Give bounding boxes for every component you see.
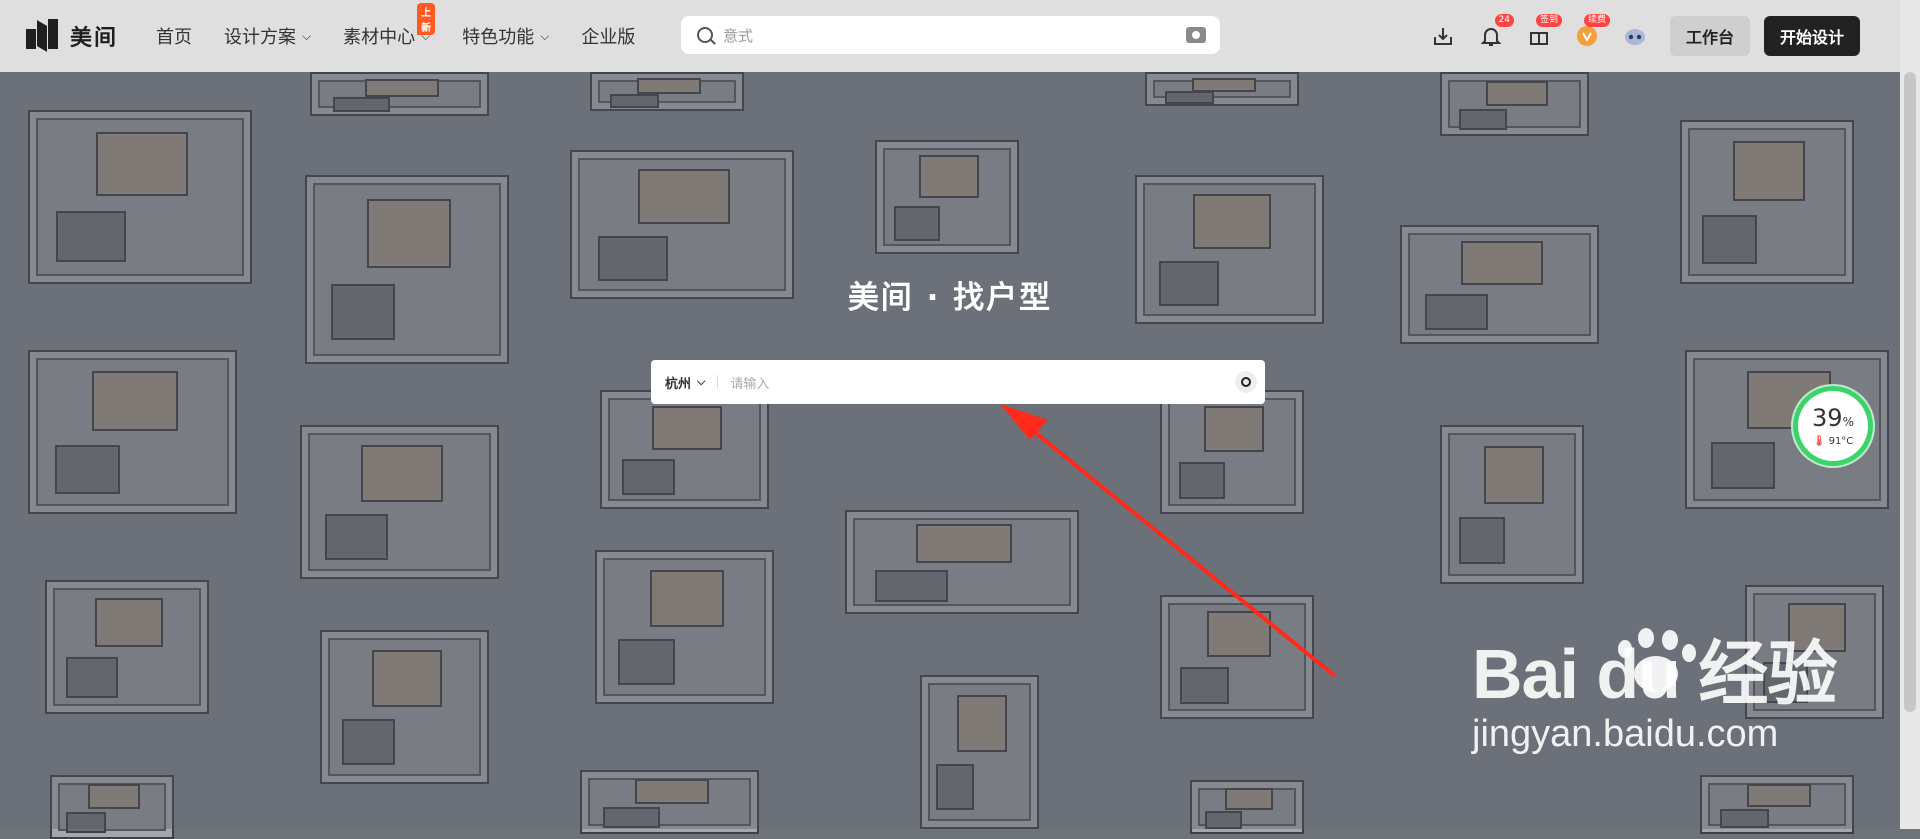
robot-icon[interactable] xyxy=(1622,23,1648,49)
chevron-down-icon: ⌵ xyxy=(697,375,706,388)
nav-material-center[interactable]: 素材中心 ⌵ 上新 xyxy=(343,3,436,49)
top-search-input[interactable]: 意式 xyxy=(681,16,1220,54)
floorplan-search-placeholder: 请输入 xyxy=(730,376,770,392)
download-icon[interactable] xyxy=(1430,23,1456,49)
nav-enterprise[interactable]: 企业版 xyxy=(581,23,635,49)
start-design-button[interactable]: 开始设计 xyxy=(1763,16,1860,56)
divider xyxy=(717,375,719,389)
top-navbar: 美间 首页 设计方案 ⌵ 素材中心 ⌵ 上新 特色功能 ⌵ 企业版 意式 24 … xyxy=(0,0,1900,72)
nav-design-plans-label: 设计方案 xyxy=(224,27,297,48)
camera-icon[interactable] xyxy=(1186,27,1206,43)
nav-enterprise-label: 企业版 xyxy=(581,27,636,48)
baidu-watermark: Bai du 经验 jingyan.baidu.com xyxy=(1472,618,1837,756)
hero-title: 美间 · 找户型 xyxy=(847,280,1053,316)
brand-name: 美间 xyxy=(70,26,119,51)
new-tag-badge: 上新 xyxy=(417,3,436,35)
nav-home-label: 首页 xyxy=(156,27,193,48)
watermark-url: jingyan.baidu.com xyxy=(1472,713,1779,755)
toolbar-right: 24 签到 续费 工作台 开始设计 xyxy=(1430,14,1860,56)
thermometer-icon: 🌡 xyxy=(1812,435,1826,447)
nav-home[interactable]: 首页 xyxy=(156,23,192,49)
city-label: 杭州 xyxy=(665,376,692,392)
city-selector[interactable]: 杭州 ⌵ xyxy=(665,373,705,392)
bell-icon[interactable]: 24 xyxy=(1478,14,1514,49)
scrollbar-thumb[interactable] xyxy=(1904,72,1916,712)
performance-gauge[interactable]: 39% 🌡 91°C xyxy=(1793,386,1873,466)
main-nav: 首页 设计方案 ⌵ 素材中心 ⌵ 上新 特色功能 ⌵ 企业版 xyxy=(156,3,667,49)
logo-mark-icon xyxy=(26,19,58,53)
brand-logo[interactable]: 美间 xyxy=(26,19,118,53)
vip-icon[interactable]: 续费 xyxy=(1574,14,1610,49)
floorplan-search-box[interactable]: 杭州 ⌵ 请输入 xyxy=(651,360,1265,404)
nav-features-label: 特色功能 xyxy=(462,27,535,48)
chevron-down-icon: ⌵ xyxy=(302,28,312,43)
gift-icon[interactable]: 签到 xyxy=(1526,14,1562,49)
search-icon xyxy=(1241,377,1251,387)
top-search-placeholder: 意式 xyxy=(723,26,754,45)
watermark-brand: Bai du 经验 xyxy=(1472,635,1837,713)
cpu-percent: 39% xyxy=(1812,403,1854,432)
workbench-button[interactable]: 工作台 xyxy=(1669,16,1750,56)
search-icon xyxy=(697,27,713,43)
nav-design-plans[interactable]: 设计方案 ⌵ xyxy=(224,23,311,49)
checkin-badge: 签到 xyxy=(1535,14,1562,27)
nav-features[interactable]: 特色功能 ⌵ xyxy=(462,23,549,49)
nav-material-center-label: 素材中心 xyxy=(343,27,416,48)
renew-badge: 续费 xyxy=(1583,14,1610,27)
temperature-readout: 🌡 91°C xyxy=(1812,435,1854,447)
chevron-down-icon: ⌵ xyxy=(540,28,550,43)
notification-count-badge: 24 xyxy=(1494,14,1514,27)
search-button[interactable] xyxy=(1235,371,1257,393)
